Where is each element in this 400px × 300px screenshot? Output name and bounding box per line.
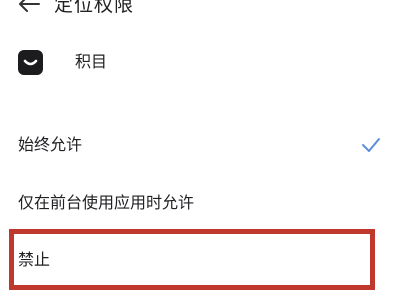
back-arrow-icon [19,0,40,12]
top-bar: 定位权限 [0,0,400,22]
option-allow-while-in-use[interactable]: 仅在前台使用应用时允许 [0,181,400,225]
option-label: 禁止 [18,250,51,269]
option-label: 仅在前台使用应用时允许 [18,193,195,212]
option-label: 始终允许 [18,135,83,154]
app-name: 积目 [75,52,108,71]
option-always-allow[interactable]: 始终允许 [0,123,400,167]
option-deny[interactable]: 禁止 [0,238,400,282]
app-info-row: 积目 [0,44,400,80]
page-title: 定位权限 [54,0,135,16]
location-permission-screen: 定位权限 积目 始终允许 仅在前台使用应用时允许 禁止 [0,0,400,300]
back-button[interactable] [16,0,42,15]
jimu-app-icon [18,50,43,75]
checkmark-icon [362,138,380,152]
